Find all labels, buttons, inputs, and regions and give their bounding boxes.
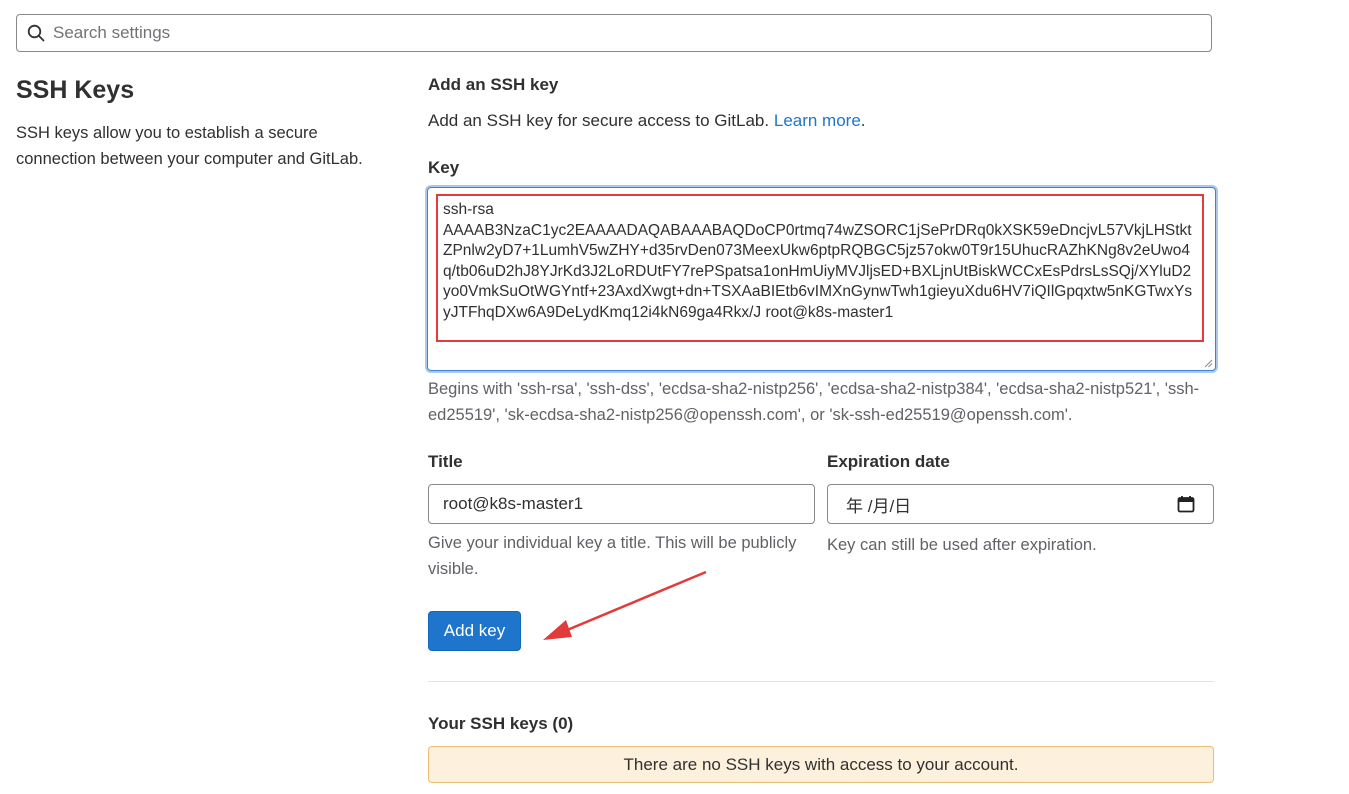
title-label: Title (428, 452, 463, 471)
key-help-text: Begins with 'ssh-rsa', 'ssh-dss', 'ecdsa… (428, 380, 1200, 424)
expiration-help-text: Key can still be used after expiration. (827, 536, 1097, 554)
title-input[interactable]: root@k8s-master1 (428, 484, 815, 524)
resize-handle-icon[interactable] (1203, 358, 1213, 368)
title-input-value: root@k8s-master1 (443, 494, 584, 513)
key-textarea-value[interactable]: ssh-rsa AAAAB3NzaC1yc2EAAAADAQABAAABAQDo… (443, 200, 1195, 323)
expiration-date-value: 年 /月/日 (846, 496, 912, 516)
search-input[interactable] (51, 22, 1155, 44)
search-icon (27, 24, 45, 42)
section-divider (428, 681, 1214, 682)
expiration-date-input[interactable]: 年 /月/日 (827, 484, 1214, 524)
key-label: Key (428, 158, 460, 177)
period: . (860, 111, 866, 130)
page-title: SSH Keys (16, 76, 135, 104)
your-ssh-keys-heading: Your SSH keys (0) (428, 714, 574, 733)
search-settings-field[interactable] (16, 14, 1212, 52)
add-key-description-text: Add an SSH key for secure access to GitL… (428, 111, 770, 130)
empty-keys-message: There are no SSH keys with access to you… (623, 754, 1019, 774)
section-description: SSH keys allow you to establish a secure… (16, 124, 363, 168)
empty-keys-alert: There are no SSH keys with access to you… (428, 746, 1214, 783)
add-key-button[interactable]: Add key (428, 611, 521, 651)
learn-more-link[interactable]: Learn more (774, 111, 861, 130)
add-key-heading: Add an SSH key (428, 75, 559, 94)
expiration-label: Expiration date (827, 452, 950, 471)
title-help-text: Give your individual key a title. This w… (428, 534, 797, 578)
calendar-icon[interactable] (1177, 495, 1195, 513)
add-key-description: Add an SSH key for secure access to GitL… (428, 111, 866, 131)
